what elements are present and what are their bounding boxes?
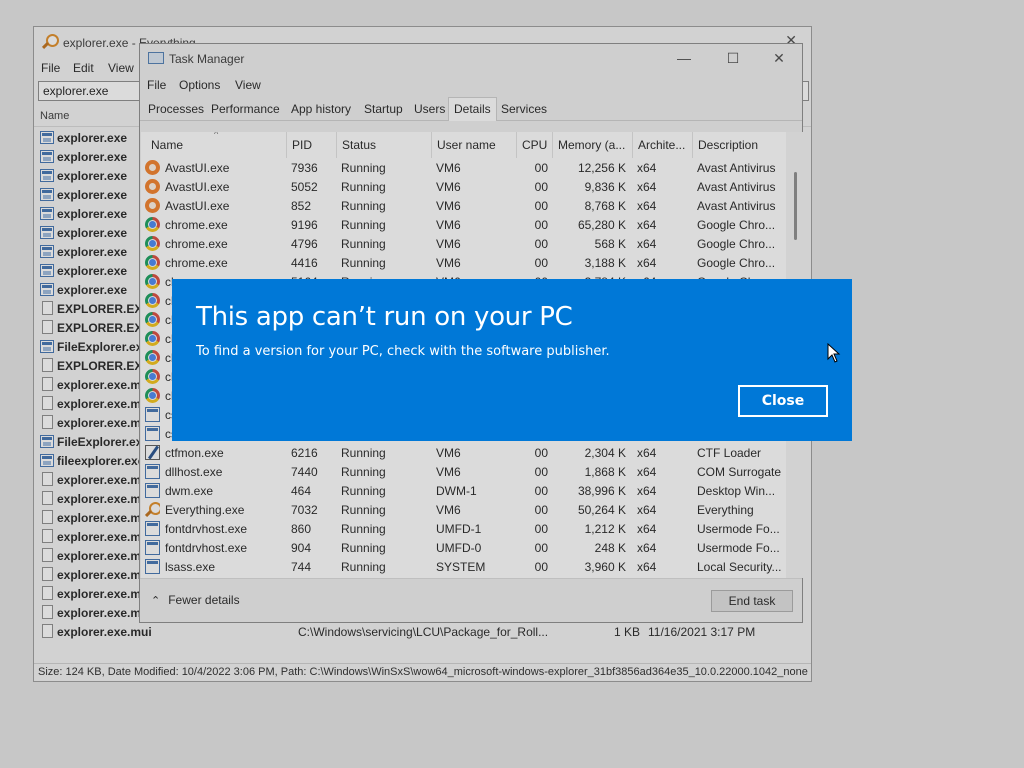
app-cant-run-dialog: This app can’t run on your PC To find a … [172, 279, 852, 441]
dialog-message: To find a version for your PC, check wit… [196, 344, 610, 359]
mouse-cursor-icon [827, 343, 841, 363]
dialog-heading: This app can’t run on your PC [196, 302, 573, 332]
close-button[interactable]: Close [738, 385, 828, 417]
